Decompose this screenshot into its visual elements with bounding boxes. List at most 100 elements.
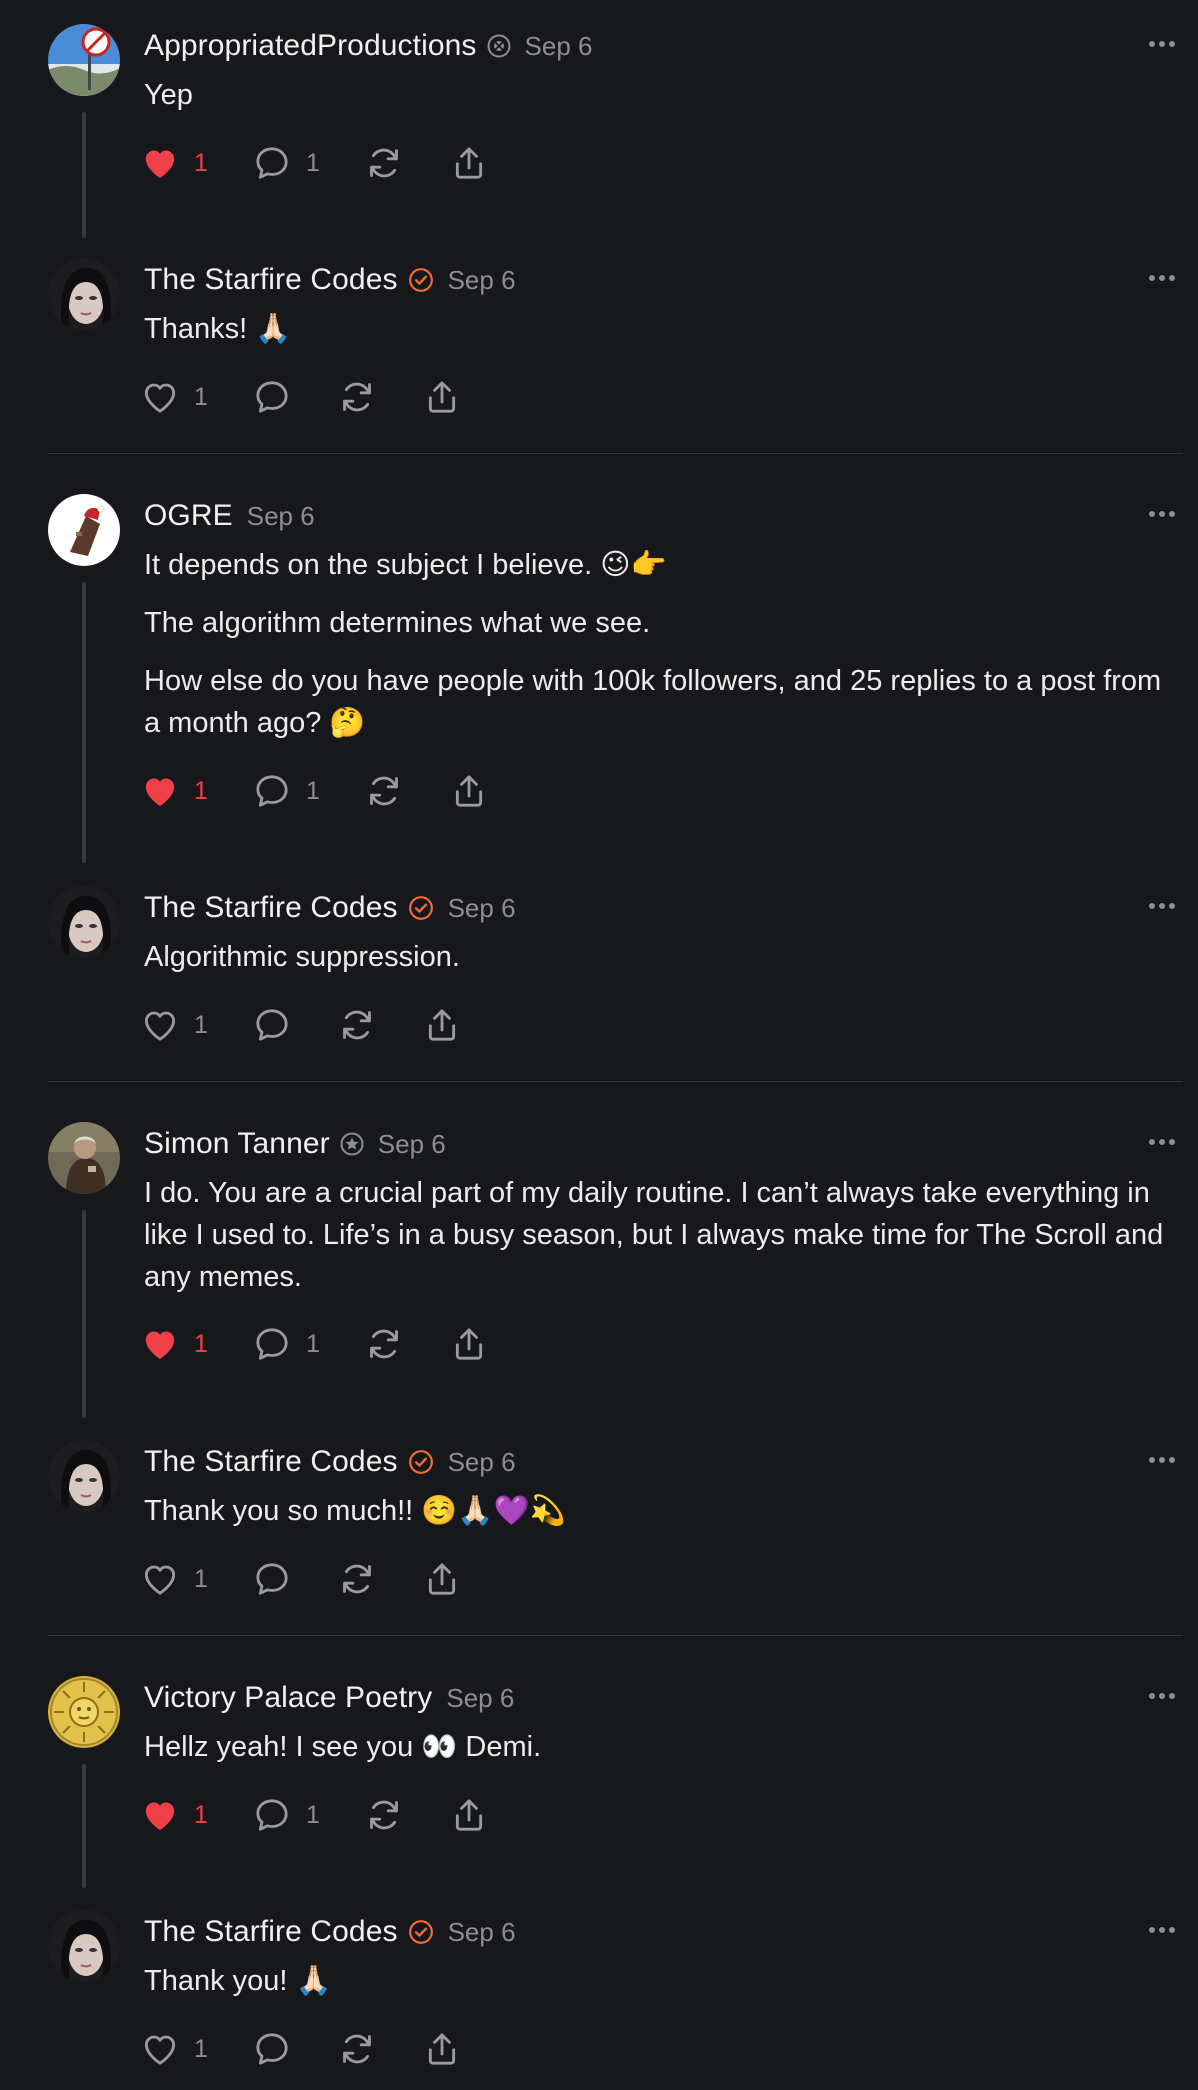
post-body: It depends on the subject I believe. 😉👉 … <box>144 544 1170 760</box>
more-options-icon[interactable] <box>1144 32 1180 56</box>
reply-button[interactable]: 1 <box>252 769 364 813</box>
repost-button[interactable] <box>337 2027 422 2071</box>
author-name[interactable]: Simon Tanner <box>144 1127 330 1161</box>
post-actions: 1 <box>140 1003 462 1047</box>
reply-button[interactable] <box>252 2027 337 2071</box>
author-name[interactable]: The Starfire Codes <box>144 1915 398 1949</box>
like-button[interactable]: 1 <box>140 1557 252 1601</box>
post-text: How else do you have people with 100k fo… <box>144 665 1162 739</box>
more-options-icon[interactable] <box>1144 1918 1180 1942</box>
avatar-image-icon <box>48 1910 120 1982</box>
avatar[interactable] <box>48 1676 120 1748</box>
author-name[interactable]: AppropriatedProductions <box>144 29 477 63</box>
repost-icon <box>343 2034 371 2064</box>
repost-icon <box>343 1564 371 1594</box>
author-name[interactable]: The Starfire Codes <box>144 263 398 297</box>
like-button[interactable]: 1 <box>140 1003 252 1047</box>
post-body: I do. You are a crucial part of my daily… <box>144 1172 1170 1314</box>
like-button[interactable]: 1 <box>140 2027 252 2071</box>
reply-button[interactable] <box>252 375 337 419</box>
author-name[interactable]: The Starfire Codes <box>144 1445 398 1479</box>
post-header: OGRE Sep 6 <box>144 498 315 534</box>
like-count: 1 <box>194 382 208 411</box>
post: The Starfire Codes Sep 6 Algorithmic sup… <box>0 862 1198 1082</box>
like-button[interactable]: 1 <box>140 769 252 813</box>
more-options-icon[interactable] <box>1144 502 1180 526</box>
heart-outline-icon <box>144 2035 176 2065</box>
share-button[interactable] <box>422 1557 462 1601</box>
verified-check-icon <box>408 1919 434 1945</box>
reply-button[interactable]: 1 <box>252 141 364 185</box>
post-date: Sep 6 <box>524 30 593 61</box>
more-options-icon[interactable] <box>1144 894 1180 918</box>
like-button[interactable]: 1 <box>140 1793 252 1837</box>
repost-button[interactable] <box>364 1793 449 1837</box>
post-header: The Starfire Codes Sep 6 <box>144 1444 516 1480</box>
author-name[interactable]: The Starfire Codes <box>144 891 398 925</box>
heart-filled-icon <box>145 150 175 178</box>
avatar[interactable] <box>48 258 120 330</box>
like-button[interactable]: 1 <box>140 375 252 419</box>
post-body: Yep <box>144 74 1170 132</box>
repost-button[interactable] <box>364 141 449 185</box>
author-name[interactable]: Victory Palace Poetry <box>144 1681 432 1715</box>
avatar[interactable] <box>48 1122 120 1194</box>
comment-icon <box>256 1328 288 1360</box>
share-icon <box>455 775 483 807</box>
repost-button[interactable] <box>337 375 422 419</box>
more-options-icon[interactable] <box>1144 1684 1180 1708</box>
share-button[interactable] <box>422 1003 462 1047</box>
post-body: Algorithmic suppression. <box>144 936 1170 994</box>
more-options-icon[interactable] <box>1144 1130 1180 1154</box>
share-button[interactable] <box>449 1793 489 1837</box>
author-name[interactable]: OGRE <box>144 499 233 533</box>
share-icon <box>455 147 483 179</box>
avatar[interactable] <box>48 1440 120 1512</box>
avatar[interactable] <box>48 1910 120 1982</box>
divider <box>48 453 1183 454</box>
repost-button[interactable] <box>337 1003 422 1047</box>
like-count: 1 <box>194 776 208 805</box>
post-date: Sep 6 <box>246 500 315 531</box>
repost-button[interactable] <box>364 1322 449 1366</box>
repost-button[interactable] <box>364 769 449 813</box>
reply-button[interactable]: 1 <box>252 1322 364 1366</box>
heart-filled-icon <box>145 1802 175 1830</box>
share-button[interactable] <box>449 1322 489 1366</box>
like-button[interactable]: 1 <box>140 1322 252 1366</box>
verified-check-icon <box>408 895 434 921</box>
share-button[interactable] <box>449 769 489 813</box>
avatar[interactable] <box>48 24 120 96</box>
post-actions: 1 1 <box>140 1793 489 1837</box>
repost-icon <box>370 1800 398 1830</box>
post-header: Simon Tanner Sep 6 <box>144 1126 446 1162</box>
more-options-icon[interactable] <box>1144 266 1180 290</box>
share-button[interactable] <box>422 375 462 419</box>
post-text: Algorithmic suppression. <box>144 941 460 973</box>
share-button[interactable] <box>422 2027 462 2071</box>
post-header: The Starfire Codes Sep 6 <box>144 1914 516 1950</box>
heart-filled-icon <box>145 1331 175 1359</box>
like-button[interactable]: 1 <box>140 141 252 185</box>
reply-count: 1 <box>306 1800 320 1829</box>
share-icon <box>428 381 456 413</box>
reply-button[interactable] <box>252 1557 337 1601</box>
post-date: Sep 6 <box>447 892 516 923</box>
post-date: Sep 6 <box>447 1446 516 1477</box>
repost-icon <box>370 1329 398 1359</box>
avatar[interactable] <box>48 494 120 566</box>
share-button[interactable] <box>449 141 489 185</box>
repost-button[interactable] <box>337 1557 422 1601</box>
post-body: Hellz yeah! I see you 👀 Demi. <box>144 1726 1170 1784</box>
reply-button[interactable]: 1 <box>252 1793 364 1837</box>
avatar[interactable] <box>48 886 120 958</box>
post-text: It depends on the subject I believe. 😉👉 <box>144 549 667 581</box>
more-options-icon[interactable] <box>1144 1448 1180 1472</box>
comment-icon <box>256 147 288 179</box>
heart-outline-icon <box>144 1565 176 1595</box>
divider <box>48 1635 1183 1636</box>
thread-line <box>82 112 86 238</box>
reply-button[interactable] <box>252 1003 337 1047</box>
heart-outline-icon <box>144 383 176 413</box>
reply-feed: AppropriatedProductions Sep 6 Yep 1 1 Th… <box>0 0 1198 2090</box>
